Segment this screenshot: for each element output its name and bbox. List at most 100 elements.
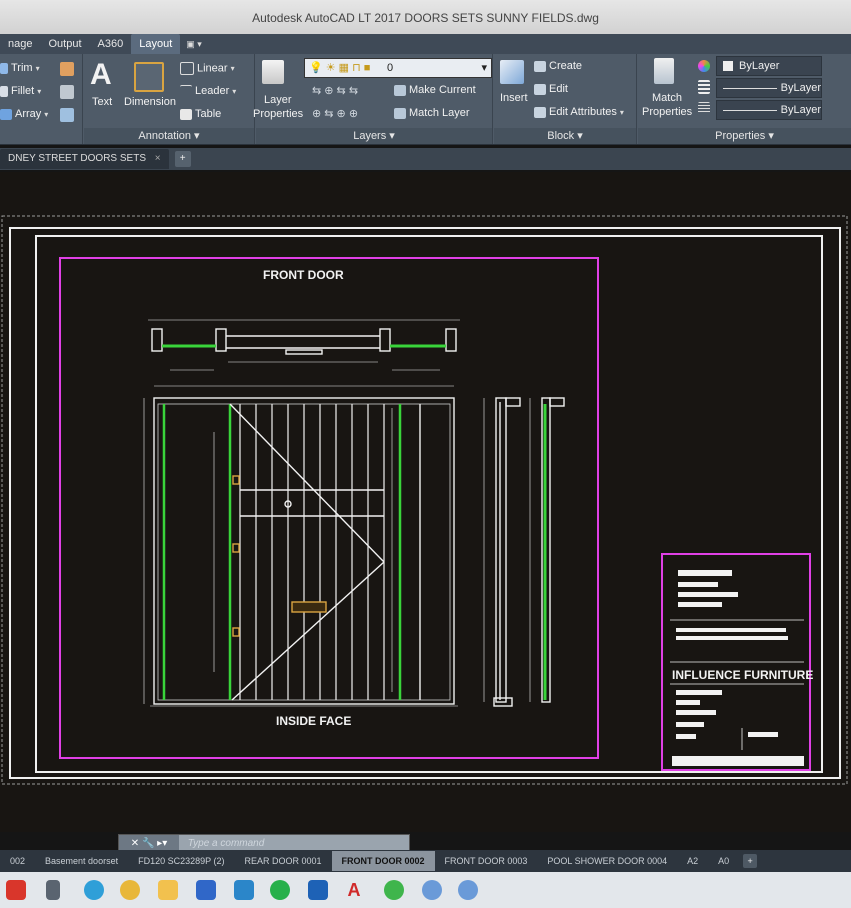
layout-tab[interactable]: A0 [708, 851, 739, 871]
app-r-icon-1[interactable] [422, 880, 442, 900]
annotation-panel-title[interactable]: Annotation ▾ [84, 128, 254, 144]
array-icon [0, 108, 12, 120]
ribbon-tab-bar: nage Output A360 Layout ▣ ▾ [0, 34, 851, 54]
file-explorer-icon[interactable] [158, 880, 178, 900]
annotation-panel: A Text Dimension Linear ▾ Leader ▾ Table A… [84, 54, 255, 144]
tab-a360[interactable]: A360 [90, 34, 132, 54]
fillet-icon [0, 85, 8, 97]
command-input[interactable]: Type a command [182, 838, 265, 849]
edit-attributes-label: Edit Attributes [549, 106, 617, 118]
tab-manage[interactable]: nage [0, 34, 40, 54]
match-properties-label-1[interactable]: Match [652, 92, 682, 104]
trim-label: Trim [11, 62, 33, 74]
linetype-value: ByLayer [780, 82, 821, 94]
layout-tab[interactable]: FD120 SC23289P (2) [128, 851, 234, 871]
array-button[interactable]: Array ▾ [0, 108, 48, 120]
block-panel-title[interactable]: Block ▾ [494, 128, 636, 144]
create-block-button[interactable]: Create [534, 60, 582, 72]
layer-properties-label-2[interactable]: Properties [253, 108, 303, 120]
viewport-frame[interactable] [59, 257, 599, 759]
lineweight-dropdown[interactable]: ByLayer [716, 100, 822, 120]
text-button[interactable]: Text [92, 96, 112, 108]
close-icon[interactable]: × [155, 153, 161, 164]
layout-tab[interactable]: A2 [677, 851, 708, 871]
linear-icon [180, 62, 194, 75]
ribbon-extra-dropdown[interactable]: ▣ ▾ [180, 39, 208, 50]
outlook-icon[interactable] [308, 880, 328, 900]
edge-icon[interactable] [84, 880, 104, 900]
whatsapp-icon[interactable] [384, 880, 404, 900]
table-button[interactable]: Table [180, 108, 221, 120]
linear-button[interactable]: Linear ▾ [180, 62, 235, 75]
fillet-button[interactable]: Fillet ▾ [0, 85, 41, 97]
color-dropdown[interactable]: ByLayer [716, 56, 822, 76]
layer-state-icons: 💡 ☀ ▦ ⊓ ■ [309, 62, 371, 74]
text-icon[interactable]: A [90, 58, 112, 92]
document-tab-label: DNEY STREET DOORS SETS [8, 153, 146, 164]
layers-panel: Layer Properties 💡 ☀ ▦ ⊓ ■ 0 ▾ ⇆ ⊕ ⇆ ⇆ ⊕ … [253, 54, 493, 144]
layout-tab[interactable]: Basement doorset [35, 851, 128, 871]
spotify-icon[interactable] [270, 880, 290, 900]
stretch-icon[interactable] [60, 108, 74, 122]
windows-taskbar: A [0, 872, 851, 908]
app-r-icon-2[interactable] [458, 880, 478, 900]
inside-face-label: INSIDE FACE [276, 714, 352, 728]
match-properties-label-2[interactable]: Properties [642, 106, 692, 118]
trim-button[interactable]: Trim ▾ [0, 62, 40, 74]
mail-icon[interactable] [234, 880, 254, 900]
layer-properties-label-1[interactable]: Layer [264, 94, 292, 106]
make-current-label: Make Current [409, 84, 476, 96]
layout-tab[interactable]: REAR DOOR 0001 [234, 851, 331, 871]
layout-tab[interactable]: 002 [0, 851, 35, 871]
layout-tab-active[interactable]: FRONT DOOR 0002 [331, 851, 435, 871]
lineweight-value: ByLayer [780, 104, 821, 116]
autocad-icon[interactable]: A [344, 880, 364, 900]
task-view-icon[interactable] [46, 880, 60, 900]
layout-tab[interactable]: FRONT DOOR 0003 [435, 851, 538, 871]
array-label: Array [15, 108, 42, 120]
window-title: Autodesk AutoCAD LT 2017 DOORS SETS SUNN… [252, 11, 599, 25]
trim-icon [0, 62, 8, 74]
paper-boundary [1, 215, 848, 785]
dimension-icon[interactable] [134, 62, 164, 92]
gift-icon[interactable] [6, 880, 26, 900]
dimension-button[interactable]: Dimension [124, 96, 176, 108]
erase-icon[interactable] [60, 62, 74, 76]
title-bar: Autodesk AutoCAD LT 2017 DOORS SETS SUNN… [0, 0, 851, 34]
match-properties-icon[interactable] [654, 58, 674, 84]
new-tab-button[interactable]: + [174, 151, 191, 167]
insert-button[interactable]: Insert [500, 92, 528, 104]
linetype-preview [722, 87, 777, 89]
top-plan-view [148, 319, 460, 387]
drawing-canvas[interactable]: FRONT DOOR INSIDE FACE INFLUENCE FURNITU… [0, 172, 851, 832]
drawing-title: FRONT DOOR [263, 268, 344, 282]
layer-properties-icon[interactable] [262, 60, 284, 84]
layout-tab[interactable]: POOL SHOWER DOOR 0004 [537, 851, 677, 871]
properties-panel-title[interactable]: Properties ▾ [638, 128, 851, 144]
layers-panel-title[interactable]: Layers ▾ [256, 128, 492, 144]
table-label: Table [195, 108, 222, 120]
layer-tool-icons-row1[interactable]: ⇆ ⊕ ⇆ ⇆ [312, 84, 358, 97]
color-value: ByLayer [739, 60, 780, 72]
linetype-dropdown[interactable]: ByLayer [716, 78, 822, 98]
layout-tab-bar: 002 Basement doorset FD120 SC23289P (2) … [0, 850, 851, 872]
current-layer-dropdown[interactable]: 💡 ☀ ▦ ⊓ ■ 0 ▾ [304, 58, 492, 78]
match-layer-button[interactable]: Match Layer [394, 107, 470, 119]
leader-button[interactable]: Leader ▾ [180, 85, 236, 97]
store-icon[interactable] [196, 880, 216, 900]
autocad-window: Autodesk AutoCAD LT 2017 DOORS SETS SUNN… [0, 0, 851, 908]
chrome-icon[interactable] [120, 880, 140, 900]
make-current-button[interactable]: Make Current [394, 84, 476, 96]
edit-block-button[interactable]: Edit [534, 83, 568, 95]
company-name: INFLUENCE FURNITURE [672, 668, 814, 682]
copy-icon[interactable] [60, 85, 74, 99]
tab-layout[interactable]: Layout [131, 34, 181, 54]
layer-tool-icons-row2[interactable]: ⊕ ⇆ ⊕ ⊕ [312, 107, 358, 120]
insert-icon[interactable] [500, 60, 524, 84]
edit-attributes-button[interactable]: Edit Attributes ▾ [534, 106, 624, 118]
tab-output[interactable]: Output [40, 34, 89, 54]
block-panel: Insert Create Edit Edit Attributes ▾ Bloc… [494, 54, 637, 144]
add-layout-button[interactable]: + [743, 854, 758, 868]
document-tab[interactable]: DNEY STREET DOORS SETS × [0, 149, 169, 169]
edit-icon [534, 83, 546, 95]
